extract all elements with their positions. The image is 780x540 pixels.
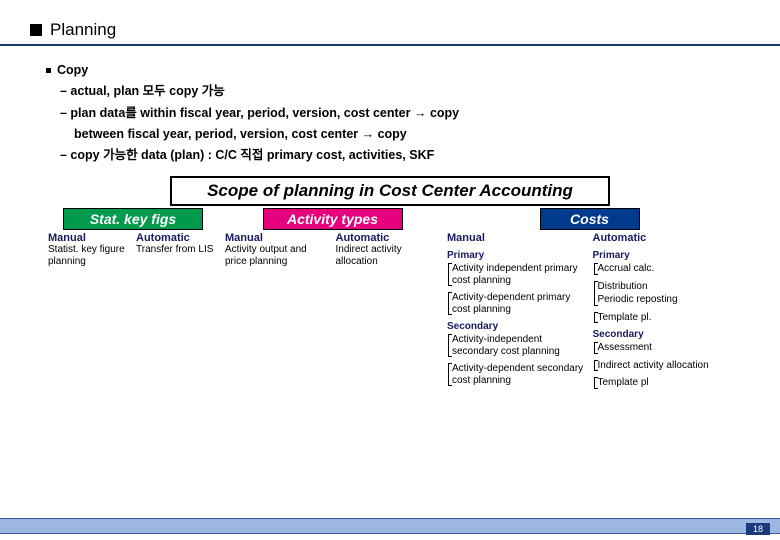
costs-auto-s3-wrap: Template pl [594, 377, 733, 389]
cat-stat-label: Stat. key figs [63, 208, 203, 230]
costs-manual-p2: Activity-dependent primary cost planning [452, 292, 587, 315]
diagram-title: Scope of planning in Cost Center Account… [170, 176, 610, 206]
costs-manual-s1-wrap: Activity-independent secondary cost plan… [448, 334, 587, 357]
page-title: Planning [30, 20, 750, 40]
costs-auto-p4: Template pl. [598, 312, 733, 324]
stat-manual-text: Statist. key figure planning [48, 244, 130, 267]
small-bullet-icon [46, 68, 51, 73]
copy-heading: Copy [57, 60, 88, 81]
costs-auto-p23-wrap: Distribution Periodic reposting [594, 281, 733, 306]
stat-auto-heading: Automatic [136, 232, 218, 244]
copy-section: Copy – actual, plan 모두 copy 가능 – plan da… [0, 46, 780, 176]
costs-manual-s2-wrap: Activity-dependent secondary cost planni… [448, 363, 587, 386]
costs-manual-heading: Manual [447, 232, 587, 244]
costs-auto-p1-wrap: Accrual calc. [594, 263, 733, 275]
page-number: 18 [746, 523, 770, 535]
stat-pair: Manual Statist. key figure planning Auto… [48, 232, 218, 269]
costs-pair: Manual Primary Activity independent prim… [447, 232, 732, 395]
activity-auto-heading: Automatic [336, 232, 441, 244]
cat-costs-label: Costs [540, 208, 640, 230]
cat-activity-label: Activity types [263, 208, 403, 230]
stat-auto-text: Transfer from LIS [136, 244, 218, 256]
costs-auto-col: Automatic Primary Accrual calc. Distribu… [593, 232, 733, 395]
copy-sub-bullets: – actual, plan 모두 copy 가능 – plan data를 w… [46, 81, 740, 166]
costs-auto-secondary-label: Secondary [593, 329, 733, 340]
stat-manual-heading: Manual [48, 232, 130, 244]
costs-auto-heading: Automatic [593, 232, 733, 244]
page-title-text: Planning [50, 20, 116, 40]
branch-stat-key-figs: Stat. key figs Manual Statist. key figur… [48, 208, 218, 395]
branch-activity-types: Activity types Manual Activity output an… [225, 208, 440, 395]
activity-pair: Manual Activity output and price plannin… [225, 232, 440, 269]
costs-manual-p2-wrap: Activity-dependent primary cost planning [448, 292, 587, 315]
costs-auto-p2: Distribution [598, 281, 733, 293]
diagram-branches: Stat. key figs Manual Statist. key figur… [40, 208, 740, 395]
costs-auto-primary-label: Primary [593, 250, 733, 261]
scope-diagram: Scope of planning in Cost Center Account… [40, 176, 740, 395]
costs-auto-s2-wrap: Indirect activity allocation [594, 360, 733, 372]
costs-manual-primary-label: Primary [447, 250, 587, 261]
square-bullet-icon [30, 24, 42, 36]
costs-auto-p4-wrap: Template pl. [594, 312, 733, 324]
copy-sub-2b: between fiscal year, period, version, co… [60, 124, 740, 145]
costs-manual-secondary-label: Secondary [447, 321, 587, 332]
activity-manual-text: Activity output and price planning [225, 244, 330, 267]
costs-auto-p1: Accrual calc. [598, 263, 733, 275]
activity-manual-col: Manual Activity output and price plannin… [225, 232, 330, 269]
copy-sub-2: – plan data를 within fiscal year, period,… [60, 103, 740, 124]
stat-manual-col: Manual Statist. key figure planning [48, 232, 130, 269]
activity-manual-heading: Manual [225, 232, 330, 244]
branch-costs: Costs Manual Primary Activity independen… [447, 208, 732, 395]
costs-auto-s1-wrap: Assessment [594, 342, 733, 354]
copy-sub-1: – actual, plan 모두 copy 가능 [60, 81, 740, 102]
copy-sub-3: – copy 가능한 data (plan) : C/C 직접 primary … [60, 145, 740, 166]
costs-manual-p1-wrap: Activity independent primary cost planni… [448, 263, 587, 286]
activity-auto-col: Automatic Indirect activity allocation [336, 232, 441, 269]
costs-auto-p3: Periodic reposting [598, 294, 733, 306]
costs-auto-s1: Assessment [598, 342, 733, 354]
page-header: Planning [0, 0, 780, 46]
activity-auto-text: Indirect activity allocation [336, 244, 441, 267]
footer-bar: 18 [0, 518, 780, 534]
costs-auto-s3: Template pl [598, 377, 733, 389]
stat-auto-col: Automatic Transfer from LIS [136, 232, 218, 269]
copy-heading-row: Copy [46, 60, 740, 81]
costs-manual-s1: Activity-independent secondary cost plan… [452, 334, 587, 357]
costs-auto-s2: Indirect activity allocation [598, 360, 733, 372]
costs-manual-p1: Activity independent primary cost planni… [452, 263, 587, 286]
costs-manual-s2: Activity-dependent secondary cost planni… [452, 363, 587, 386]
costs-manual-col: Manual Primary Activity independent prim… [447, 232, 587, 395]
